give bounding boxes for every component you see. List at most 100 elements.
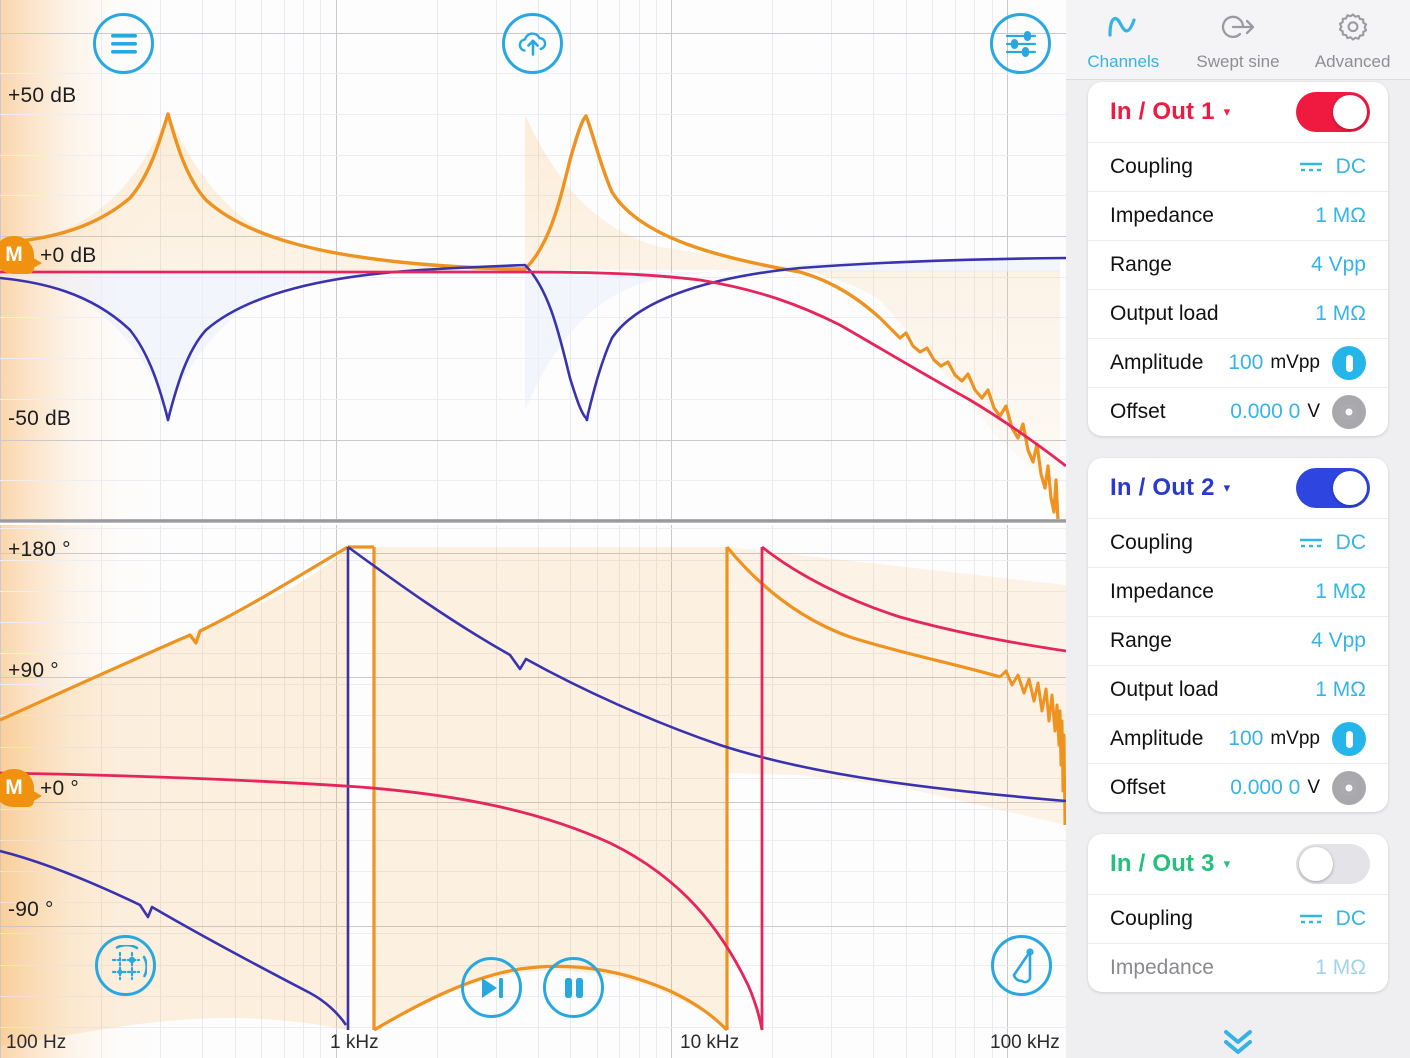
channel-1-coupling-label: Coupling	[1110, 155, 1193, 178]
settings-sidebar[interactable]: Channels Swept sine Advanced In / Out 1 …	[1066, 0, 1410, 1058]
channel-2-range-label: Range	[1110, 629, 1172, 652]
settings-sliders-button[interactable]	[990, 13, 1051, 74]
grid-crosshair-icon	[111, 944, 147, 980]
channel-1-row-amplitude[interactable]: Amplitude 100 mVpp	[1088, 338, 1388, 387]
tab-swept-sine[interactable]: Swept sine	[1185, 6, 1291, 72]
channel-3-impedance-label: Impedance	[1110, 956, 1214, 979]
channel-2-coupling-label: Coupling	[1110, 531, 1193, 554]
channel-2-range-value: 4 Vpp	[1311, 629, 1366, 652]
channel-3-coupling-value: DC	[1335, 907, 1366, 930]
channel-3-header[interactable]: In / Out 3 ▾	[1088, 834, 1388, 894]
pause-icon	[564, 977, 583, 998]
phase-orange-fill-a	[0, 547, 348, 1058]
channel-1-output-load-label: Output load	[1110, 302, 1219, 325]
channel-2-output-load-value: 1 MΩ	[1315, 678, 1366, 701]
channel-3-caret-icon[interactable]: ▾	[1224, 856, 1231, 872]
play-button[interactable]	[461, 957, 522, 1018]
channel-2-amplitude-unit: mVpp	[1270, 728, 1320, 749]
channel-1-range-label: Range	[1110, 253, 1172, 276]
channel-1-caret-icon[interactable]: ▾	[1224, 104, 1231, 120]
channel-3-title: In / Out 3	[1110, 850, 1215, 877]
plot-pane-divider	[0, 519, 1066, 523]
play-to-end-icon	[481, 977, 503, 998]
channel-1-toggle[interactable]	[1296, 92, 1370, 132]
channel-2-header[interactable]: In / Out 2 ▾	[1088, 458, 1388, 518]
channel-2-title: In / Out 2	[1110, 474, 1215, 501]
cloud-upload-icon	[518, 31, 546, 56]
channel-1-impedance-value: 1 MΩ	[1315, 204, 1366, 227]
channel-1-coupling-value: DC	[1335, 155, 1366, 178]
channel-card-1[interactable]: In / Out 1 ▾ Coupling DC Impedance 1 MΩ …	[1088, 82, 1388, 436]
channel-2-offset-unit: V	[1307, 777, 1320, 798]
tab-advanced-label: Advanced	[1314, 52, 1391, 71]
channel-2-amplitude-label: Amplitude	[1110, 727, 1204, 750]
gear-icon	[1336, 6, 1370, 48]
channel-1-row-offset[interactable]: Offset 0.000 0 V	[1088, 387, 1388, 436]
channel-3-row-coupling[interactable]: Coupling DC	[1088, 894, 1388, 943]
dc-coupling-icon	[1298, 536, 1324, 550]
channel-1-amplitude-value: 100	[1228, 351, 1264, 374]
amplitude-on-icon[interactable]	[1332, 722, 1366, 756]
offset-zero-icon[interactable]	[1332, 395, 1366, 429]
channel-2-row-impedance[interactable]: Impedance 1 MΩ	[1088, 567, 1388, 616]
phase-traces	[0, 545, 1066, 1058]
phase-ytick-zero: +0 °	[40, 777, 79, 800]
channel-2-row-offset[interactable]: Offset 0.000 0 V	[1088, 763, 1388, 812]
xtick-1khz: 1 kHz	[330, 1032, 379, 1053]
offset-zero-icon[interactable]	[1332, 771, 1366, 805]
channel-1-amplitude-unit: mVpp	[1270, 352, 1320, 373]
channel-1-row-range[interactable]: Range 4 Vpp	[1088, 240, 1388, 289]
channel-1-output-load-value: 1 MΩ	[1315, 302, 1366, 325]
cloud-upload-button[interactable]	[502, 13, 563, 74]
channel-3-row-impedance[interactable]: Impedance 1 MΩ	[1088, 943, 1388, 992]
channel-card-3[interactable]: In / Out 3 ▾ Coupling DC Impedance 1 MΩ	[1088, 834, 1388, 992]
sliders-settings-icon	[1005, 30, 1036, 57]
phase-ytick-minus90: -90 °	[8, 898, 54, 921]
menu-button[interactable]	[93, 13, 154, 74]
channel-2-row-amplitude[interactable]: Amplitude 100 mVpp	[1088, 714, 1388, 763]
sine-wave-icon	[1103, 6, 1143, 48]
hamburger-menu-icon	[110, 33, 137, 54]
channel-cards-list[interactable]: In / Out 1 ▾ Coupling DC Impedance 1 MΩ …	[1066, 82, 1410, 1058]
channel-1-row-output-load[interactable]: Output load 1 MΩ	[1088, 289, 1388, 338]
channel-card-2[interactable]: In / Out 2 ▾ Coupling DC Impedance 1 MΩ …	[1088, 458, 1388, 812]
channel-2-row-output-load[interactable]: Output load 1 MΩ	[1088, 665, 1388, 714]
magnitude-plot-pane[interactable]: +50 dB +0 dB -50 dB M	[0, 0, 1066, 521]
phase-ytick-plus90: +90 °	[8, 659, 59, 682]
amplitude-on-icon[interactable]	[1332, 346, 1366, 380]
magnitude-traces	[0, 112, 1066, 521]
channel-1-amplitude-label: Amplitude	[1110, 351, 1204, 374]
xtick-100khz: 100 kHz	[990, 1032, 1060, 1053]
tab-advanced[interactable]: Advanced	[1300, 6, 1406, 72]
phase-marker-m[interactable]: M	[0, 769, 42, 807]
channel-2-impedance-label: Impedance	[1110, 580, 1214, 603]
channel-2-output-load-label: Output load	[1110, 678, 1219, 701]
channel-1-range-value: 4 Vpp	[1311, 253, 1366, 276]
channel-2-row-coupling[interactable]: Coupling DC	[1088, 518, 1388, 567]
double-chevron-down-icon	[1224, 1030, 1252, 1054]
magnitude-ytick-plus50: +50 dB	[8, 84, 77, 107]
channel-1-row-coupling[interactable]: Coupling DC	[1088, 142, 1388, 191]
channel-2-caret-icon[interactable]: ▾	[1224, 480, 1231, 496]
caliper-button[interactable]	[991, 935, 1052, 996]
magnitude-marker-m[interactable]: M	[0, 236, 42, 274]
tab-channels-label: Channels	[1087, 52, 1160, 71]
bode-plot-area[interactable]: +50 dB +0 dB -50 dB M +180 ° +90 ° +0 ° …	[0, 0, 1066, 1058]
phase-ytick-plus180: +180 °	[8, 538, 71, 561]
channel-2-offset-value: 0.000 0	[1230, 776, 1301, 799]
sidebar-tabbar[interactable]: Channels Swept sine Advanced	[1066, 0, 1410, 80]
channel-2-toggle[interactable]	[1296, 468, 1370, 508]
channel-1-row-impedance[interactable]: Impedance 1 MΩ	[1088, 191, 1388, 240]
channel-2-amplitude-value: 100	[1228, 727, 1264, 750]
grid-settings-button[interactable]	[95, 935, 156, 996]
channel-3-toggle[interactable]	[1296, 844, 1370, 884]
channel-1-header[interactable]: In / Out 1 ▾	[1088, 82, 1388, 142]
phase-plot-pane[interactable]: +180 ° +90 ° +0 ° -90 ° M 100 Hz 1 kHz 1…	[0, 525, 1066, 1058]
channel-2-coupling-value: DC	[1335, 531, 1366, 554]
tab-channels[interactable]: Channels	[1070, 6, 1176, 72]
channel-2-row-range[interactable]: Range 4 Vpp	[1088, 616, 1388, 665]
scroll-down-button[interactable]	[1066, 1026, 1410, 1056]
channel-1-offset-unit: V	[1307, 401, 1320, 422]
channel-1-offset-label: Offset	[1110, 400, 1166, 423]
pause-button[interactable]	[543, 957, 604, 1018]
